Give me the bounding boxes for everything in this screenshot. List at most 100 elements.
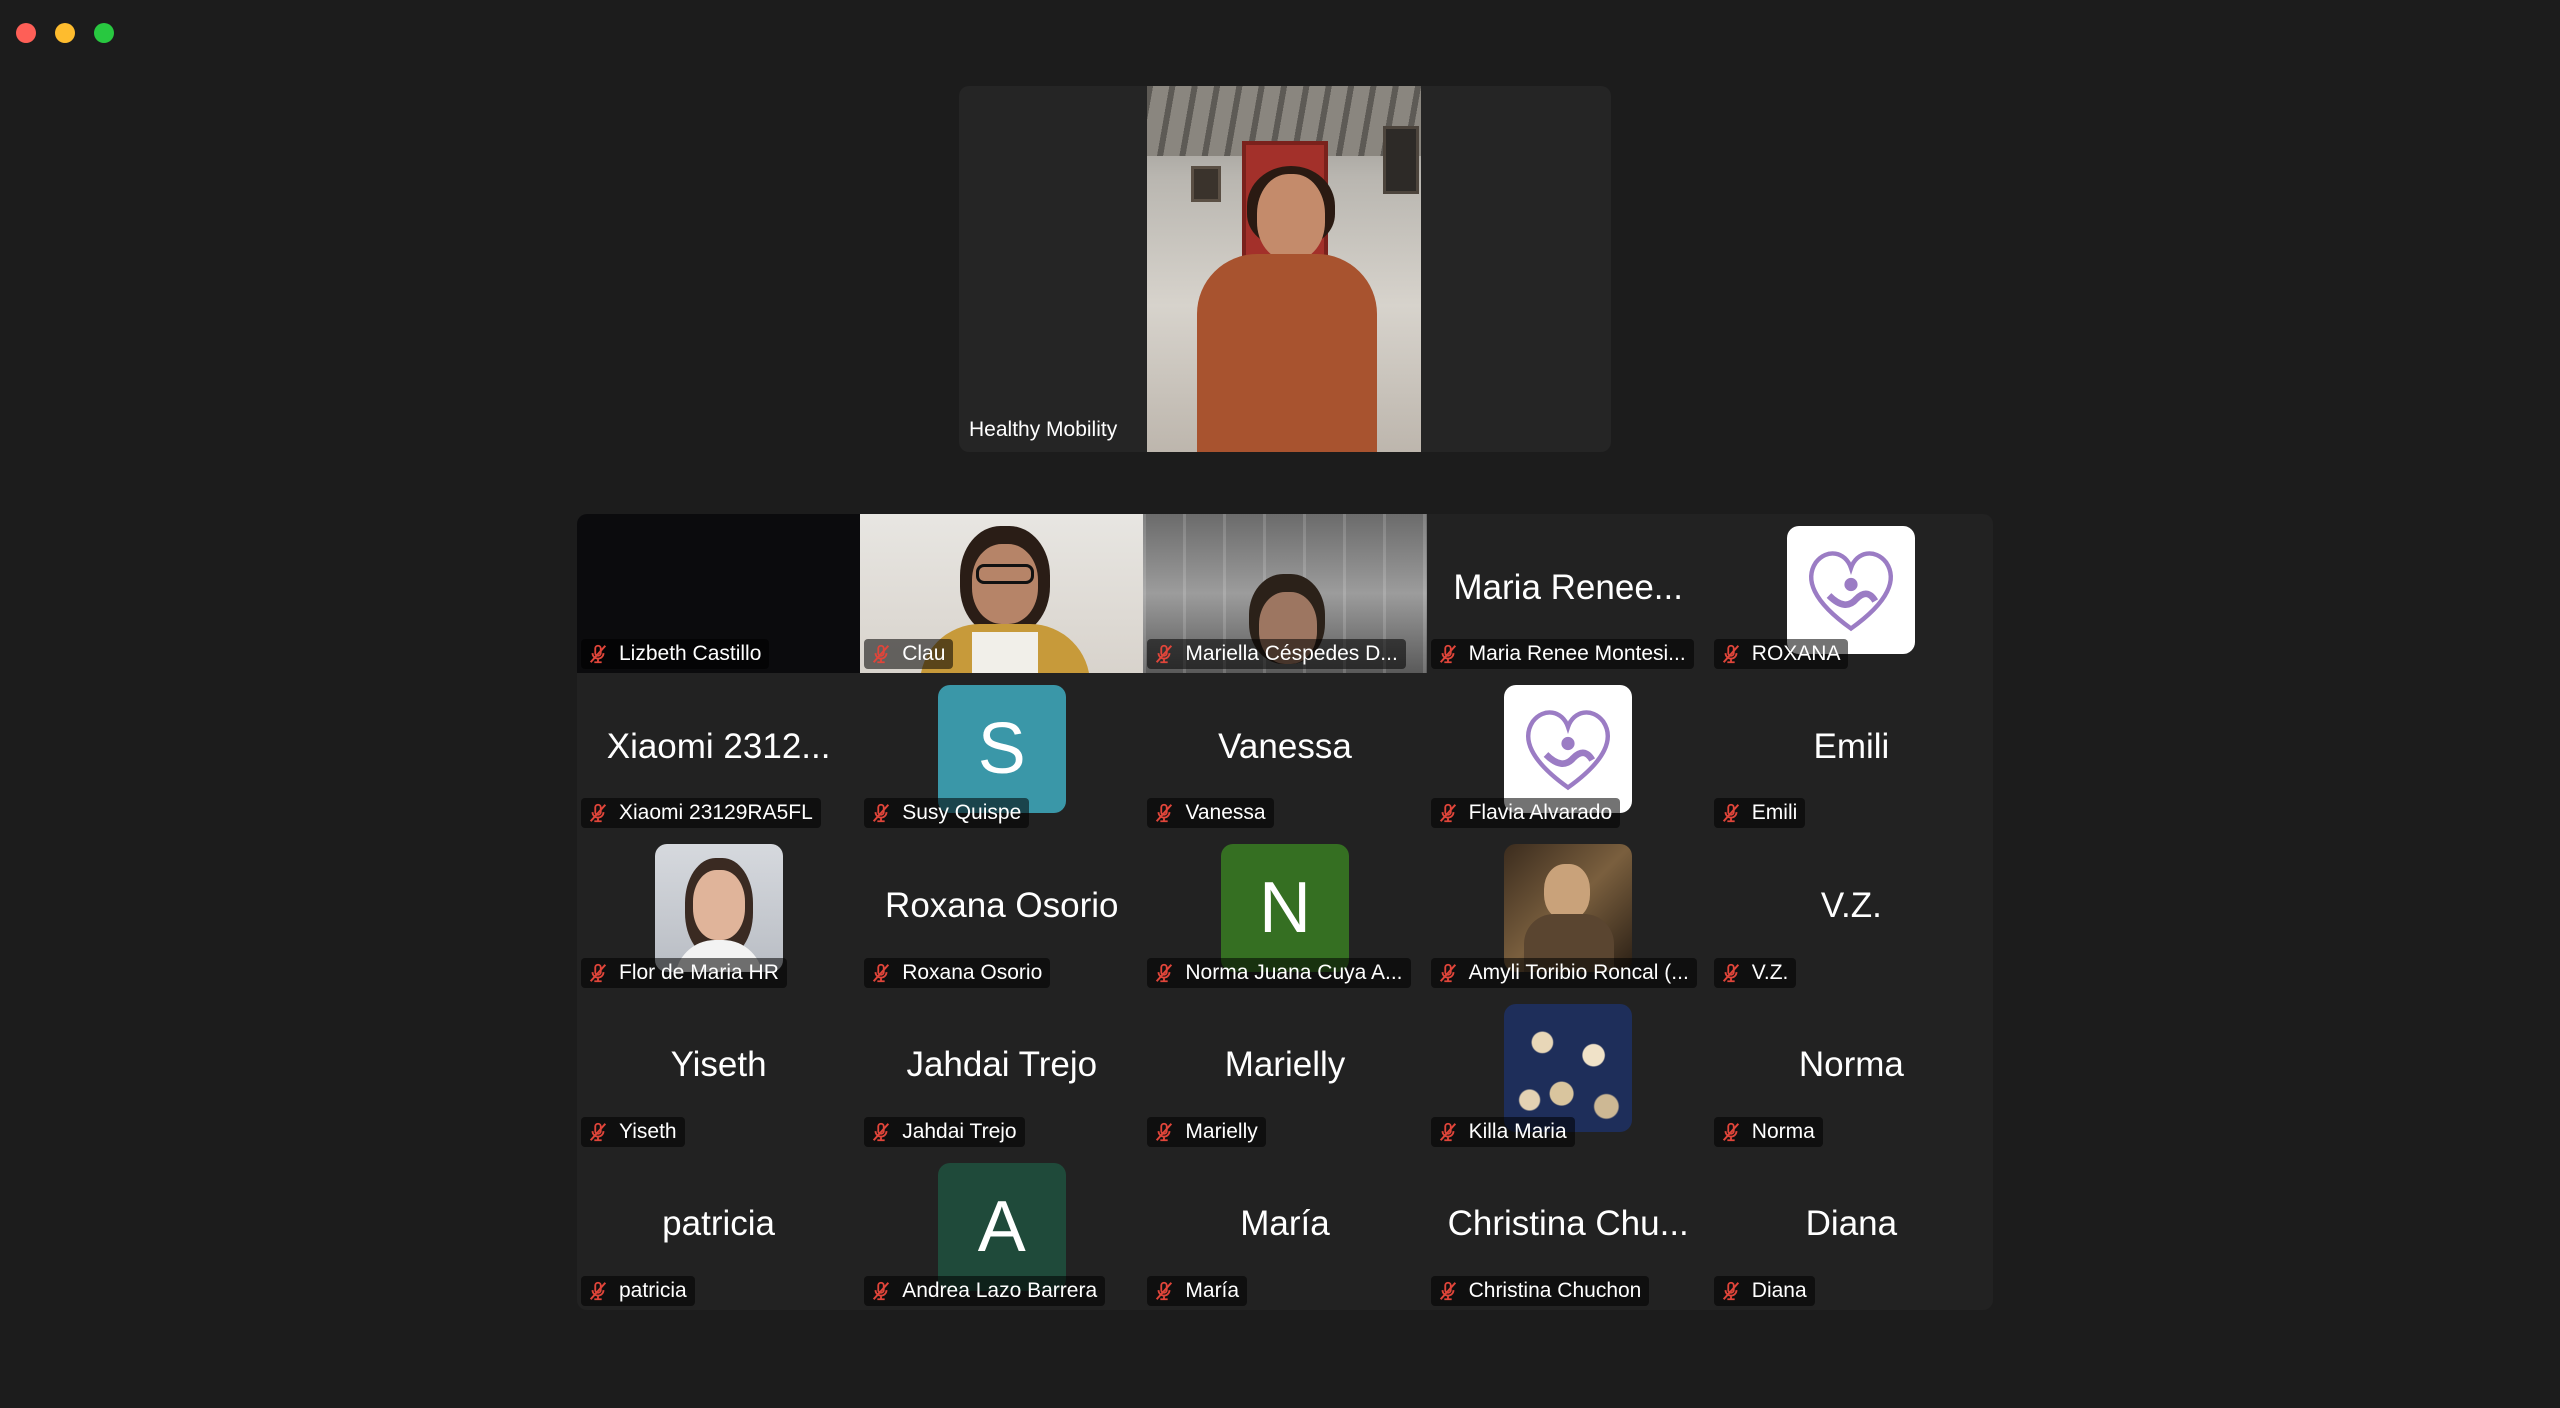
participant-name: Emili bbox=[1751, 801, 1798, 825]
participant-display-name: María bbox=[1240, 1204, 1330, 1244]
muted-mic-icon bbox=[873, 1122, 890, 1141]
participant-display-name: Diana bbox=[1805, 1204, 1898, 1244]
participant-name-label: Marielly bbox=[1147, 1116, 1266, 1147]
participant-tile[interactable]: patricia patricia bbox=[577, 1151, 860, 1310]
participant-tile[interactable]: S Susy Quispe bbox=[860, 673, 1143, 832]
participant-tile[interactable]: Vanessa Vanessa bbox=[1143, 673, 1426, 832]
participant-name: Amyli Toribio Roncal (... bbox=[1468, 960, 1689, 984]
participant-name-label: Diana bbox=[1713, 1275, 1815, 1306]
participant-tile[interactable]: Yiseth Yiseth bbox=[577, 992, 860, 1151]
participant-name: Jahdai Trejo bbox=[902, 1119, 1017, 1143]
participant-name-label: Maria Renee Montesi... bbox=[1430, 639, 1694, 670]
participant-name-label: Mariella Céspedes D... bbox=[1147, 639, 1406, 670]
participant-tile[interactable]: N Norma Juana Cuya A... bbox=[1143, 832, 1426, 991]
participant-name-label: V.Z. bbox=[1713, 957, 1797, 988]
participant-name-label: Jahdai Trejo bbox=[864, 1116, 1025, 1147]
muted-mic-icon bbox=[1722, 645, 1739, 664]
participant-display-name: Jahdai Trejo bbox=[906, 1045, 1098, 1085]
participant-name: Xiaomi 23129RA5FL bbox=[619, 801, 813, 825]
muted-mic-icon bbox=[1156, 1281, 1173, 1301]
participant-display-name: Yiseth bbox=[670, 1045, 767, 1085]
muted-mic-icon bbox=[1439, 963, 1456, 982]
participant-tile[interactable]: Diana Diana bbox=[1710, 1151, 1993, 1310]
maximize-window-button[interactable] bbox=[94, 23, 114, 43]
participant-tile[interactable]: Killa Maria bbox=[1427, 992, 1710, 1151]
participant-name-label: Amyli Toribio Roncal (... bbox=[1430, 957, 1697, 988]
participant-name-label: Yiseth bbox=[581, 1116, 685, 1147]
participant-name-label: patricia bbox=[581, 1275, 695, 1306]
muted-mic-icon bbox=[589, 1281, 607, 1301]
muted-mic-icon bbox=[589, 1122, 607, 1141]
participant-name: Christina Chuchon bbox=[1468, 1278, 1642, 1302]
participant-tile[interactable]: Marielly Marielly bbox=[1143, 992, 1426, 1151]
participant-tile[interactable]: Maria Renee... Maria Renee Montesi... bbox=[1427, 514, 1710, 673]
participant-name-label: Norma bbox=[1713, 1116, 1823, 1147]
participant-display-name: V.Z. bbox=[1820, 885, 1882, 925]
participant-name: Flavia Alvarado bbox=[1468, 801, 1613, 825]
participant-name-label: Susy Quispe bbox=[864, 798, 1030, 829]
participant-tile[interactable]: Flor de Maria HR bbox=[577, 832, 860, 991]
muted-mic-icon bbox=[873, 1281, 890, 1301]
participant-name: Mariella Céspedes D... bbox=[1185, 642, 1398, 666]
participant-tile[interactable]: Emili Emili bbox=[1710, 673, 1993, 832]
participant-avatar: N bbox=[1220, 844, 1349, 973]
active-speaker-tile[interactable]: Healthy Mobility bbox=[959, 86, 1611, 452]
participant-display-name: Norma bbox=[1798, 1045, 1904, 1085]
participant-tile[interactable]: ROXANA bbox=[1710, 514, 1993, 673]
muted-mic-icon bbox=[1722, 963, 1739, 982]
muted-mic-icon bbox=[1439, 804, 1456, 823]
participant-name-label: ROXANA bbox=[1713, 639, 1849, 670]
muted-mic-icon bbox=[1722, 1281, 1739, 1301]
participant-tile[interactable]: A Andrea Lazo Barrera bbox=[860, 1151, 1143, 1310]
participant-name: Yiseth bbox=[619, 1119, 677, 1143]
participant-name-label: Flor de Maria HR bbox=[581, 957, 787, 988]
participant-tile[interactable]: Roxana Osorio Roxana Osorio bbox=[860, 832, 1143, 991]
participant-display-name: Emili bbox=[1813, 726, 1890, 766]
participant-name: Susy Quispe bbox=[902, 801, 1022, 825]
participant-name: Marielly bbox=[1185, 1119, 1258, 1143]
participant-tile[interactable]: Mariella Céspedes D... bbox=[1143, 514, 1427, 674]
participant-tile[interactable]: Christina Chu... Christina Chuchon bbox=[1427, 1151, 1710, 1310]
participant-name: Norma bbox=[1751, 1119, 1815, 1143]
minimize-window-button[interactable] bbox=[55, 23, 75, 43]
muted-mic-icon bbox=[873, 963, 890, 982]
participant-tile[interactable]: Amyli Toribio Roncal (... bbox=[1427, 832, 1710, 991]
muted-mic-icon bbox=[1439, 1122, 1456, 1141]
speaker-name-label: Healthy Mobility bbox=[969, 418, 1118, 441]
participant-tile[interactable]: María María bbox=[1143, 1151, 1426, 1310]
participant-name: Killa Maria bbox=[1468, 1119, 1567, 1143]
participant-tile[interactable]: Flavia Alvarado bbox=[1427, 673, 1710, 832]
muted-mic-icon bbox=[1156, 1122, 1173, 1141]
muted-mic-icon bbox=[589, 963, 607, 982]
participant-avatar: A bbox=[937, 1162, 1066, 1291]
participant-display-name: Xiaomi 2312... bbox=[606, 726, 831, 766]
participant-tile[interactable]: Jahdai Trejo Jahdai Trejo bbox=[860, 992, 1143, 1151]
participant-display-name: Roxana Osorio bbox=[885, 885, 1119, 925]
participant-gallery: Lizbeth Castillo Clau Mariella Céspedes D.… bbox=[577, 514, 1993, 1310]
participant-tile[interactable]: Clau bbox=[860, 514, 1144, 674]
participant-tile[interactable]: Xiaomi 2312... Xiaomi 23129RA5FL bbox=[577, 673, 860, 832]
muted-mic-icon bbox=[1722, 1122, 1739, 1141]
participant-name: V.Z. bbox=[1751, 960, 1789, 984]
participant-name: ROXANA bbox=[1751, 642, 1841, 666]
participant-tile[interactable]: V.Z. V.Z. bbox=[1710, 832, 1993, 991]
close-window-button[interactable] bbox=[16, 23, 36, 43]
participant-photo bbox=[1504, 844, 1633, 973]
participant-name-label: Christina Chuchon bbox=[1430, 1275, 1650, 1306]
participant-name: Vanessa bbox=[1185, 801, 1266, 825]
participant-name-label: Clau bbox=[864, 639, 954, 670]
participant-name: Lizbeth Castillo bbox=[619, 642, 762, 666]
participant-name: Flor de Maria HR bbox=[619, 960, 779, 984]
muted-mic-icon bbox=[1156, 645, 1173, 664]
participant-name: Diana bbox=[1751, 1278, 1807, 1302]
participant-tile[interactable]: Norma Norma bbox=[1710, 992, 1993, 1151]
participant-tile[interactable]: Lizbeth Castillo bbox=[577, 514, 861, 674]
participant-logo bbox=[1504, 685, 1633, 814]
participant-display-name: Vanessa bbox=[1218, 726, 1352, 766]
muted-mic-icon bbox=[1722, 804, 1739, 823]
muted-mic-icon bbox=[1439, 1281, 1456, 1301]
participant-name: patricia bbox=[619, 1278, 687, 1302]
muted-mic-icon bbox=[1156, 963, 1173, 982]
muted-mic-icon bbox=[1439, 645, 1456, 664]
muted-mic-icon bbox=[589, 804, 607, 823]
